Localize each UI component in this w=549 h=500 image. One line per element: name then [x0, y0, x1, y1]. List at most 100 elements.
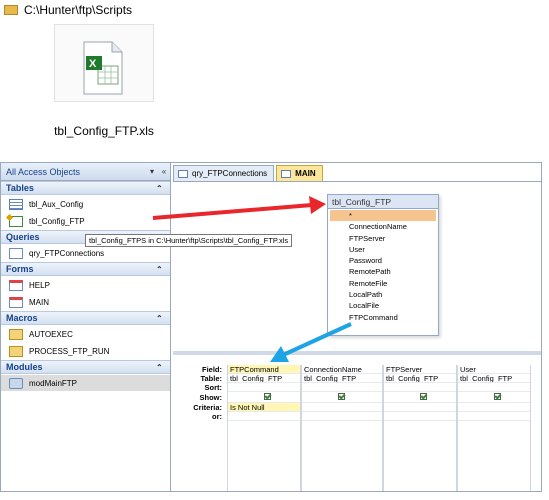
- query-design-grid: Field: Table: Sort: Show: Criteria: or: …: [173, 355, 541, 491]
- svg-text:X: X: [89, 58, 97, 70]
- row-label-criteria: Criteria:: [193, 403, 222, 412]
- field-list-item[interactable]: RemoteFile: [330, 278, 436, 289]
- show-checkbox[interactable]: [264, 393, 271, 400]
- nav-item-label: tbl_Config_FTP: [29, 216, 85, 226]
- nav-group-label: Forms: [6, 264, 34, 274]
- chevron-down-icon[interactable]: ▾: [146, 167, 158, 176]
- grid-or-cell[interactable]: [458, 412, 530, 421]
- nav-item-help[interactable]: HELP: [1, 277, 170, 293]
- field-list-item[interactable]: *: [330, 210, 436, 222]
- query-design-pane[interactable]: tbl_Config_FTP * ConnectionName FTPServe…: [173, 181, 541, 351]
- grid-field-cell[interactable]: ConnectionName: [302, 365, 382, 374]
- nav-item-process-ftp-run[interactable]: PROCESS_FTP_RUN: [1, 343, 170, 359]
- grid-sort-cell[interactable]: [458, 383, 530, 392]
- row-label-show: Show:: [199, 393, 223, 402]
- nav-group-label: Macros: [6, 313, 38, 323]
- grid-or-cell[interactable]: [384, 412, 456, 421]
- tab-main[interactable]: MAIN: [276, 165, 323, 181]
- nav-group-macros[interactable]: Macros ⌃: [1, 311, 170, 325]
- field-list-title[interactable]: tbl_Config_FTP: [328, 195, 438, 209]
- macro-icon: [9, 345, 23, 357]
- grid-row-labels: Field: Table: Sort: Show: Criteria: or:: [173, 365, 225, 421]
- table-icon: [9, 198, 23, 210]
- nav-item-label: AUTOEXEC: [29, 329, 73, 339]
- form-icon: [9, 296, 23, 308]
- grid-field-cell[interactable]: FTPCommand: [228, 365, 300, 374]
- grid-criteria-cell[interactable]: [458, 403, 530, 412]
- grid-criteria-cell[interactable]: Is Not Null: [228, 403, 300, 412]
- form-icon: [9, 279, 23, 291]
- grid-sort-cell[interactable]: [228, 383, 300, 392]
- grid-field-cell[interactable]: FTPServer: [384, 365, 456, 374]
- field-list-item[interactable]: Password: [330, 255, 436, 266]
- field-list-item[interactable]: RemotePath: [330, 266, 436, 277]
- query-icon: [9, 247, 23, 259]
- tab-qry-ftpconnections[interactable]: qry_FTPConnections: [173, 165, 275, 181]
- query-icon: [178, 169, 188, 178]
- grid-column[interactable]: User tbl_Config_FTP: [457, 365, 531, 491]
- show-checkbox[interactable]: [494, 393, 501, 400]
- row-label-field: Field:: [202, 365, 222, 374]
- show-checkbox[interactable]: [338, 393, 345, 400]
- grid-column[interactable]: FTPServer tbl_Config_FTP: [383, 365, 457, 491]
- excel-file-icon[interactable]: X: [80, 40, 126, 96]
- nav-item-qry-ftpconnections[interactable]: qry_FTPConnections: [1, 245, 170, 261]
- grid-or-cell[interactable]: [228, 412, 300, 421]
- tab-label: qry_FTPConnections: [192, 169, 268, 178]
- grid-criteria-cell[interactable]: [384, 403, 456, 412]
- grid-show-cell[interactable]: [458, 392, 530, 403]
- table-field-list[interactable]: tbl_Config_FTP * ConnectionName FTPServe…: [327, 194, 439, 336]
- grid-table-cell[interactable]: tbl_Config_FTP: [458, 374, 530, 383]
- grid-table-cell[interactable]: tbl_Config_FTP: [228, 374, 300, 383]
- collapse-icon[interactable]: «: [158, 167, 170, 176]
- grid-column[interactable]: ConnectionName tbl_Config_FTP: [301, 365, 383, 491]
- nav-group-forms[interactable]: Forms ⌃: [1, 262, 170, 276]
- grid-table-cell[interactable]: tbl_Config_FTP: [302, 374, 382, 383]
- nav-item-main[interactable]: MAIN: [1, 294, 170, 310]
- field-list-item[interactable]: User: [330, 244, 436, 255]
- chevron-up-icon[interactable]: ⌃: [156, 184, 170, 193]
- nav-group-label: Tables: [6, 183, 34, 193]
- grid-sort-cell[interactable]: [384, 383, 456, 392]
- nav-item-tbl-aux-config[interactable]: tbl_Aux_Config: [1, 196, 170, 212]
- show-checkbox[interactable]: [420, 393, 427, 400]
- nav-item-label: tbl_Aux_Config: [29, 199, 84, 209]
- file-name-label: tbl_Config_FTP.xls: [54, 124, 154, 138]
- linked-excel-icon: [9, 215, 23, 227]
- chevron-up-icon[interactable]: ⌃: [156, 265, 170, 274]
- grid-table-cell[interactable]: tbl_Config_FTP: [384, 374, 456, 383]
- nav-pane-header[interactable]: All Access Objects ▾ «: [1, 163, 170, 181]
- grid-sort-cell[interactable]: [302, 383, 382, 392]
- form-icon: [281, 169, 292, 178]
- chevron-up-icon[interactable]: ⌃: [156, 314, 170, 323]
- grid-column[interactable]: FTPCommand tbl_Config_FTP Is Not Null: [227, 365, 301, 491]
- field-list-item[interactable]: FTPServer: [330, 233, 436, 244]
- tab-label: MAIN: [295, 169, 316, 178]
- nav-item-label: qry_FTPConnections: [29, 248, 105, 258]
- grid-criteria-cell[interactable]: [302, 403, 382, 412]
- nav-group-modules[interactable]: Modules ⌃: [1, 360, 170, 374]
- nav-item-label: HELP: [29, 280, 50, 290]
- grid-field-cell[interactable]: User: [458, 365, 530, 374]
- grid-show-cell[interactable]: [228, 392, 300, 403]
- chevron-up-icon[interactable]: ⌃: [156, 363, 170, 372]
- tooltip: tbl_Config_FTPS in C:\Hunter\ftp\Scripts…: [85, 234, 293, 247]
- row-label-sort: Sort:: [204, 383, 223, 392]
- module-icon: [9, 377, 23, 389]
- field-list-item[interactable]: LocalFile: [330, 300, 436, 311]
- nav-item-label: modMainFTP: [29, 378, 78, 388]
- document-tabs: qry_FTPConnections MAIN: [173, 165, 325, 181]
- nav-group-tables[interactable]: Tables ⌃: [1, 181, 170, 195]
- access-window: All Access Objects ▾ « Tables ⌃ tbl_Aux_C…: [0, 162, 542, 492]
- nav-item-tbl-config-ftp[interactable]: tbl_Config_FTP: [1, 213, 170, 229]
- field-list-item[interactable]: FTPCommand: [330, 312, 436, 323]
- field-list-item[interactable]: LocalPath: [330, 289, 436, 300]
- nav-item-autoexec[interactable]: AUTOEXEC: [1, 326, 170, 342]
- nav-item-label: MAIN: [29, 297, 49, 307]
- grid-or-cell[interactable]: [302, 412, 382, 421]
- field-list-item[interactable]: ConnectionName: [330, 221, 436, 232]
- nav-item-modmainftp[interactable]: modMainFTP: [1, 375, 170, 391]
- grid-show-cell[interactable]: [302, 392, 382, 403]
- grid-show-cell[interactable]: [384, 392, 456, 403]
- folder-path-bar: C:\Hunter\ftp\Scripts: [0, 0, 132, 20]
